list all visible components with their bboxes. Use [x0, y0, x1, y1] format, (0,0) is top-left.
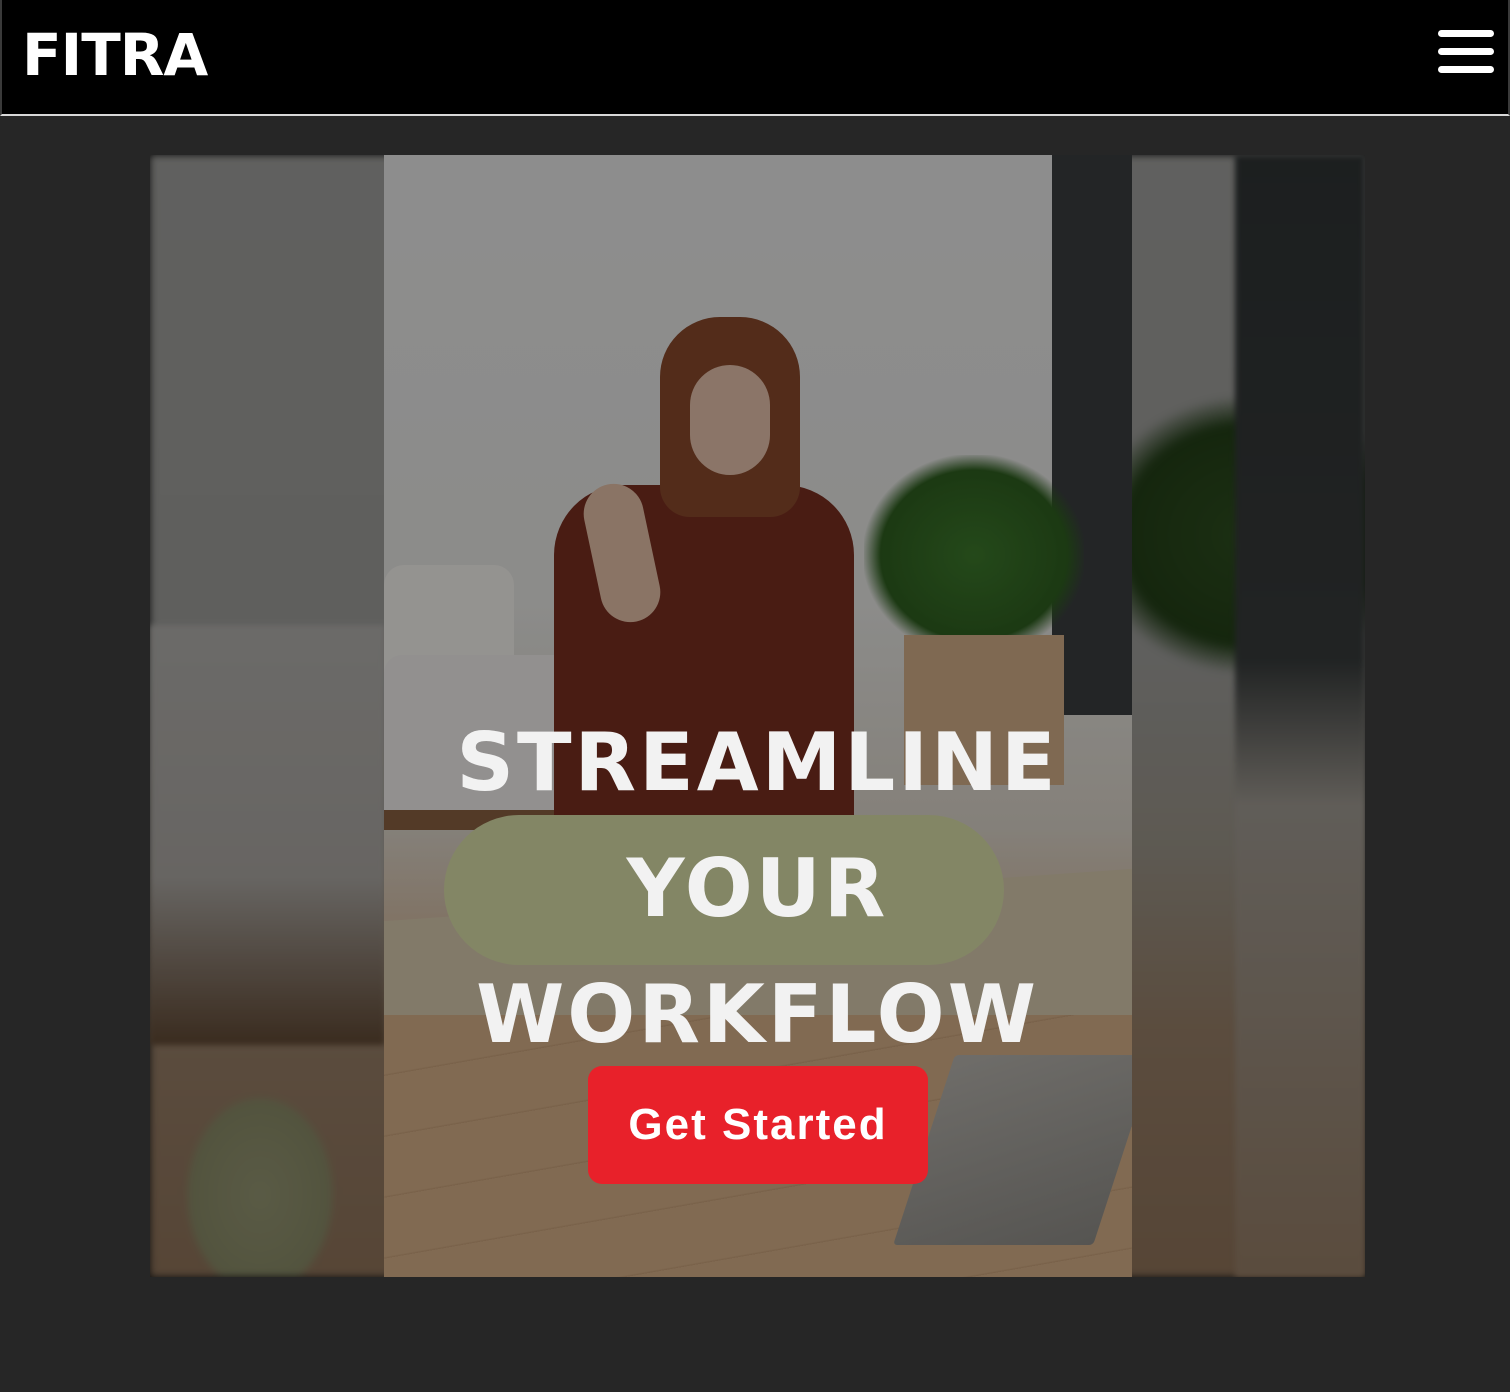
menu-bar-top — [1438, 30, 1494, 37]
brand-logo[interactable]: FITRA — [22, 20, 208, 90]
menu-bar-bottom — [1438, 66, 1494, 73]
hamburger-menu-icon[interactable] — [1438, 30, 1494, 74]
get-started-button[interactable]: Get Started — [588, 1066, 928, 1184]
headline-line-2: YOUR — [626, 842, 889, 935]
top-navbar: FITRA — [0, 0, 1510, 116]
headline-line-3: WORKFLOW — [476, 968, 1039, 1061]
hero-headline: STREAMLINE YOUR WORKFLOW — [150, 700, 1365, 1078]
headline-line-1: STREAMLINE — [456, 716, 1059, 809]
menu-bar-middle — [1438, 48, 1494, 55]
